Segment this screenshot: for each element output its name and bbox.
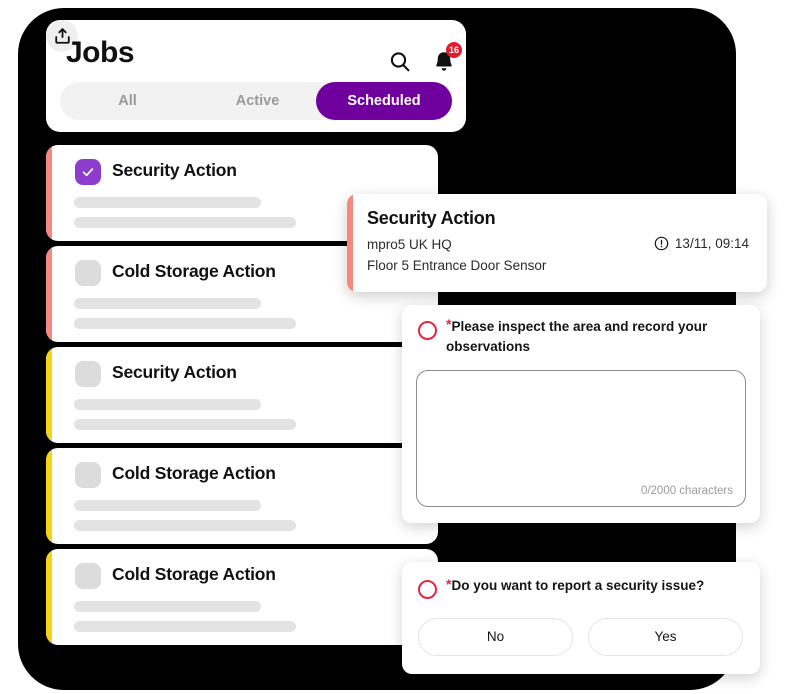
observation-label-text: Please inspect the area and record your … <box>446 319 708 354</box>
job-skeleton-line <box>74 318 296 329</box>
job-skeleton-line <box>74 298 261 309</box>
job-title: Security Action <box>112 362 237 382</box>
job-skeleton-line <box>74 419 296 430</box>
job-skeleton-line <box>74 197 261 208</box>
job-skeleton-line <box>74 399 261 410</box>
job-title: Cold Storage Action <box>112 564 276 584</box>
observation-question-card: *Please inspect the area and record your… <box>402 305 760 523</box>
char-counter: 0/2000 characters <box>640 485 733 497</box>
search-icon[interactable] <box>386 48 414 76</box>
job-checkbox[interactable] <box>75 361 101 387</box>
check-icon <box>82 168 94 177</box>
job-accent-bar <box>46 145 52 241</box>
job-checkbox[interactable] <box>75 159 101 185</box>
security-issue-label: *Do you want to report a security issue? <box>446 577 746 596</box>
notification-badge: 16 <box>446 42 463 58</box>
job-detail-time-group: 13/11, 09:14 <box>654 236 749 251</box>
job-skeleton-line <box>74 621 296 632</box>
job-accent-bar <box>46 347 52 443</box>
job-skeleton-line <box>74 601 261 612</box>
observation-radio[interactable] <box>418 321 437 340</box>
alert-circle-icon <box>654 236 669 251</box>
search-icon-glyph <box>390 52 410 72</box>
job-card[interactable]: Cold Storage Action <box>46 448 438 544</box>
job-detail-card[interactable]: Security Action mpro5 UK HQ Floor 5 Entr… <box>347 194 767 292</box>
job-checkbox[interactable] <box>75 462 101 488</box>
job-checkbox[interactable] <box>75 260 101 286</box>
job-title: Cold Storage Action <box>112 261 276 281</box>
job-title: Cold Storage Action <box>112 463 276 483</box>
security-issue-label-text: Do you want to report a security issue? <box>451 578 705 593</box>
tab-bar: All Active Scheduled <box>60 82 452 120</box>
job-detail-time: 13/11, 09:14 <box>674 236 749 251</box>
job-accent-bar <box>46 448 52 544</box>
security-issue-radio[interactable] <box>418 580 437 599</box>
header-panel: Jobs 16 All Active Scheduled <box>46 20 466 132</box>
job-accent-bar <box>46 246 52 342</box>
tab-active[interactable]: Active <box>195 82 320 120</box>
job-detail-location: Floor 5 Entrance Door Sensor <box>367 258 547 273</box>
job-skeleton-line <box>74 217 296 228</box>
job-title: Security Action <box>112 160 237 180</box>
tab-all[interactable]: All <box>60 82 195 120</box>
observation-label: *Please inspect the area and record your… <box>446 317 731 356</box>
choice-yes-button[interactable]: Yes <box>588 618 743 656</box>
job-card[interactable]: Cold Storage Action <box>46 549 438 645</box>
choice-no-button[interactable]: No <box>418 618 573 656</box>
security-issue-question-card: *Do you want to report a security issue?… <box>402 562 760 674</box>
job-detail-site: mpro5 UK HQ <box>367 237 452 252</box>
job-detail-title: Security Action <box>367 208 496 228</box>
job-card[interactable]: Security Action <box>46 347 438 443</box>
job-accent-bar <box>46 549 52 645</box>
job-skeleton-line <box>74 500 261 511</box>
observation-textarea[interactable]: 0/2000 characters <box>416 370 746 507</box>
job-detail-accent-bar <box>347 194 353 292</box>
job-skeleton-line <box>74 520 296 531</box>
page-title: Jobs <box>66 36 135 69</box>
tab-scheduled[interactable]: Scheduled <box>316 82 452 120</box>
job-checkbox[interactable] <box>75 563 101 589</box>
